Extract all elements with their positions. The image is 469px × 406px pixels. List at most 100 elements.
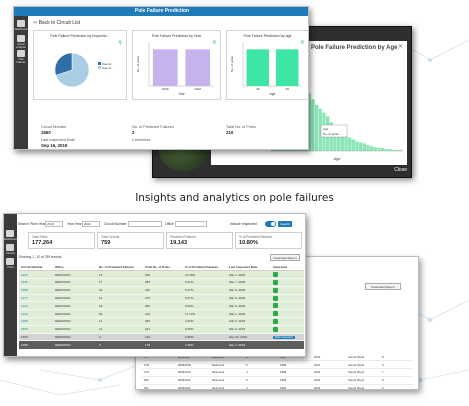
stat-value: 177,264 xyxy=(32,240,53,246)
table-cell: Redmond xyxy=(210,376,244,385)
back-to-circuit-list-link[interactable]: ⇦ Back to Circuit List xyxy=(33,20,80,26)
back-link-label: Back to Circuit List xyxy=(38,20,80,26)
stat-label: Predicted Failures xyxy=(170,235,196,239)
table-cell: Sound Wood xyxy=(346,353,380,362)
table-cell: 1990 xyxy=(278,384,312,389)
table-row[interactable]: 1377 REDMOND 14 276 5.07% Mar 5, 2018 xyxy=(19,294,304,303)
office-filter-label: Office xyxy=(165,222,174,226)
legend-label: Sound... xyxy=(101,66,114,70)
table-row[interactable]: 1530 REDMOND 21 231 9.09% Mar 9, 2018 xyxy=(19,325,304,334)
table-row[interactable]: 178 28452018 Redmond 5 1986 2021 Sound Wood 9 xyxy=(142,360,414,370)
bar xyxy=(152,49,178,86)
table-cell: 250 xyxy=(143,317,183,326)
year-select[interactable]: 2022 xyxy=(82,221,100,227)
table-cell: 340 xyxy=(143,286,183,295)
plant-year-label: Plant Year xyxy=(30,222,46,226)
predicted-failures-label: No. of Predicted Failures xyxy=(132,125,174,129)
sidebar-item-poles[interactable]: Pole Failures xyxy=(14,58,28,64)
table-cell: 9.09% xyxy=(183,325,227,334)
table-cell: 21 xyxy=(97,325,143,334)
circuit-icon[interactable] xyxy=(17,35,25,42)
table-row[interactable]: 179 28452019 Redmond 4 1988 2022 Sound Wood 7 xyxy=(142,368,414,377)
table-cell: 2024 xyxy=(312,376,346,385)
table-cell[interactable]: 1245 xyxy=(19,278,53,287)
table-cell: 14 xyxy=(97,294,143,303)
table-row[interactable]: 180 28452020 Redmond 5 1989 2024 Sound Wood 8 xyxy=(142,376,414,385)
table-cell: 28452018 xyxy=(176,360,210,370)
sidebar-item-poles[interactable]: Poles xyxy=(4,266,17,269)
table-cell: 180 xyxy=(142,376,176,385)
column-header[interactable]: Office xyxy=(53,263,97,272)
office-select[interactable] xyxy=(175,221,207,227)
histogram-bar xyxy=(362,143,366,151)
dashboard-icon[interactable] xyxy=(17,20,25,27)
table-cell[interactable]: 1377 xyxy=(19,294,53,303)
dashboard-icon[interactable] xyxy=(6,230,14,237)
mark-inspected-button[interactable]: Mark Inspected xyxy=(273,336,295,340)
sidebar-item-dashboard[interactable]: Dashboard xyxy=(4,238,17,241)
table-row[interactable]: 1440 REDMOND 56 316 17.72% Mar 1, 2018 xyxy=(19,309,304,319)
table-cell[interactable]: 1530 xyxy=(19,325,53,334)
download-report-button[interactable]: Download Report xyxy=(270,254,300,261)
inspected-cell[interactable]: Mark Inspected xyxy=(271,333,304,342)
sidebar-item-circuits[interactable]: Circuits xyxy=(4,252,17,255)
table-row[interactable]: 181 28452021 Redmond 4 1990 2023 Sound Wood 6 xyxy=(142,384,414,389)
inspected-cell[interactable] xyxy=(271,317,304,326)
table-cell: Redmond xyxy=(210,360,244,370)
tooltip-age-label: Age xyxy=(323,127,329,131)
table-cell: 178 xyxy=(142,360,176,370)
table-cell: 17.72% xyxy=(183,309,227,319)
column-header[interactable]: No. of Predicted Failures xyxy=(97,263,143,272)
table-cell[interactable]: 1650 xyxy=(19,333,53,342)
inspected-cell[interactable] xyxy=(271,286,304,295)
inspected-cell[interactable] xyxy=(271,270,304,280)
table-cell[interactable]: 1358 xyxy=(19,286,53,295)
table-row[interactable]: 1480 REDMOND 11 250 4.40% Feb 9, 2018 xyxy=(19,317,304,326)
table-row[interactable]: 1785 REDMOND 4 178 2.25% Sep 4, 2019 xyxy=(19,340,304,349)
table-cell: REDMOND xyxy=(53,301,97,311)
table-row[interactable]: 1123 REDMOND 13 266 21.38% Mar 1, 2018 xyxy=(19,270,304,280)
inspected-cell[interactable] xyxy=(271,340,304,349)
inspected-cell[interactable] xyxy=(271,325,304,334)
column-header[interactable]: Last Inspected Date xyxy=(227,263,271,272)
table-cell[interactable]: 1785 xyxy=(19,340,53,349)
histogram-tooltip: AgeNo. of poles xyxy=(320,124,348,138)
sidebar-item-dashboard[interactable]: Dashboard xyxy=(14,28,28,31)
column-header[interactable]: Total No. of Poles xyxy=(143,263,183,272)
table-cell: 2 xyxy=(97,333,143,342)
inspected-cell[interactable] xyxy=(271,294,304,303)
table-cell: 28452021 xyxy=(176,384,210,389)
table-cell: 283 xyxy=(143,278,183,287)
pole-icon[interactable] xyxy=(6,258,14,265)
plant-year-select[interactable]: 2019 xyxy=(45,221,63,227)
inspected-cell[interactable] xyxy=(271,301,304,311)
search-button[interactable]: Search xyxy=(278,221,292,227)
close-button[interactable]: Close xyxy=(394,167,407,173)
table-row[interactable]: 1358 REDMOND 22 340 6.47% Mar 5, 2018 xyxy=(19,286,304,295)
last-inspected-value: Sep 16, 2019 xyxy=(41,143,68,148)
table-cell[interactable]: 1402 xyxy=(19,301,53,311)
sidebar-item-circuit[interactable]: Circuit Analysis xyxy=(14,43,28,49)
table-cell: 179 xyxy=(142,368,176,377)
column-header[interactable]: Circuit Number xyxy=(19,263,53,272)
table-cell[interactable]: 1123 xyxy=(19,270,53,280)
include-inspected-toggle[interactable] xyxy=(265,221,276,227)
caption: Insights and analytics on pole failures xyxy=(135,192,334,204)
table-cell: 8 xyxy=(380,353,414,362)
inspected-cell[interactable] xyxy=(271,278,304,287)
table-row[interactable]: 1650 REDMOND 2 210 0.95% Sep 15, 2019 Mark Ins… xyxy=(19,333,304,342)
inspected-cell[interactable] xyxy=(271,309,304,319)
table-cell[interactable]: 1480 xyxy=(19,317,53,326)
y-axis-label: No. of poles xyxy=(230,55,234,72)
circuit-icon[interactable] xyxy=(6,244,14,251)
table-cell: 5.07% xyxy=(183,294,227,303)
pole-icon[interactable] xyxy=(17,50,25,57)
circuit-number-input[interactable] xyxy=(128,221,162,227)
table-cell: 0.95% xyxy=(183,333,227,342)
column-header[interactable]: % of Predicted Failures xyxy=(183,263,227,272)
download-report-button[interactable]: Download Report xyxy=(365,283,401,290)
table-row[interactable]: 1245 REDMOND 17 283 6.01% Mar 7, 2018 xyxy=(19,278,304,287)
table-row[interactable]: 1402 REDMOND 18 360 5.00% Mar 5, 2018 xyxy=(19,301,304,311)
table-cell[interactable]: 1440 xyxy=(19,309,53,319)
column-header[interactable]: Inspected xyxy=(271,263,304,272)
